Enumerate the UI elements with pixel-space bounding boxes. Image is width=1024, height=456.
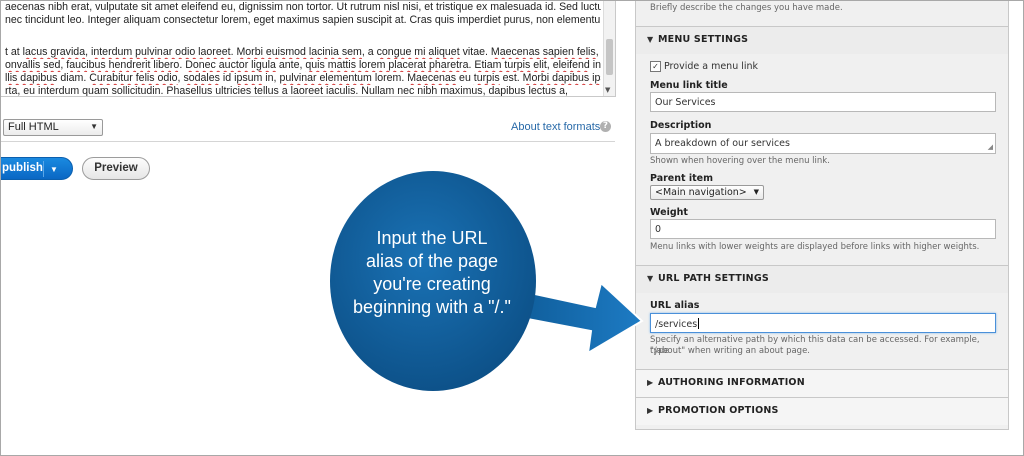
callout-text: Input the URL alias of the page you're c…: [327, 227, 537, 319]
callout-line-3: you're creating: [373, 274, 491, 294]
callout-line-4: beginning with a "/.": [353, 297, 511, 317]
screenshot-frame: aecenas nibh erat, vulputate sit amet el…: [0, 0, 1024, 456]
callout-line-2: alias of the page: [365, 251, 499, 271]
callout-line-1: Input the URL: [376, 228, 488, 248]
